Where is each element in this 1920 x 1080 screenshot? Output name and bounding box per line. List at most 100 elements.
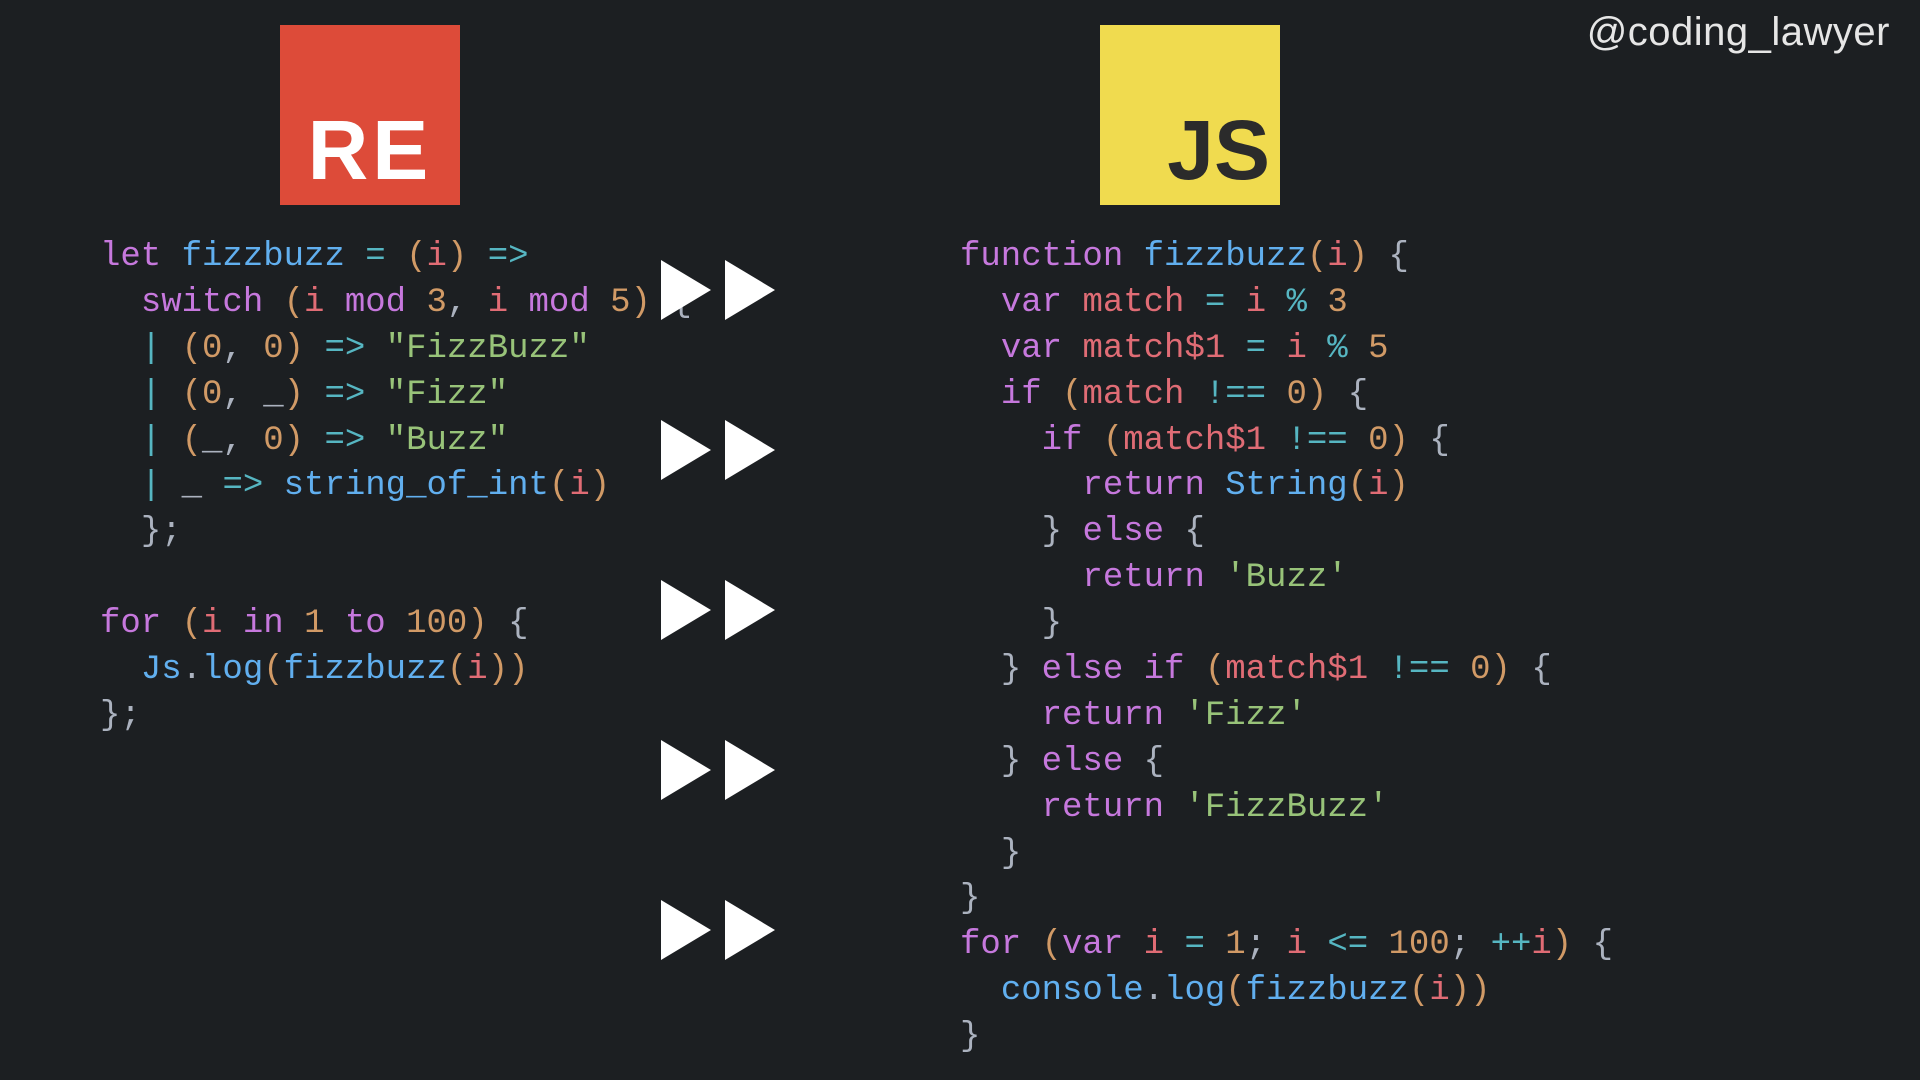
paren: ) <box>1491 651 1511 689</box>
brace: { <box>1389 238 1409 276</box>
fn-fizzbuzz: fizzbuzz <box>284 651 447 689</box>
id-match: match <box>1082 284 1184 322</box>
brace: { <box>1348 376 1368 414</box>
id-i: i <box>1286 330 1306 368</box>
javascript-logo: JS <box>1100 25 1280 205</box>
paren: ( <box>447 651 467 689</box>
paren: ) <box>1389 422 1409 460</box>
paren: ( <box>182 605 202 643</box>
semi: ; <box>120 697 140 735</box>
op-arrow: => <box>324 330 365 368</box>
brace: { <box>1593 926 1613 964</box>
num: 3 <box>1327 284 1347 322</box>
paren: ( <box>263 651 283 689</box>
str: "Fizz" <box>386 376 508 414</box>
fn-fizzbuzz: fizzbuzz <box>182 238 345 276</box>
paren: ( <box>1042 926 1062 964</box>
paren: ( <box>1348 467 1368 505</box>
kw-if: if <box>1144 651 1185 689</box>
str: "Buzz" <box>386 422 508 460</box>
op-pct: % <box>1327 330 1347 368</box>
kw-else: else <box>1042 743 1124 781</box>
num: 0 <box>202 376 222 414</box>
kw-for: for <box>100 605 161 643</box>
kw-return: return <box>1042 789 1164 827</box>
pipe: | <box>141 376 161 414</box>
underscore: _ <box>202 422 222 460</box>
paren: ( <box>1307 238 1327 276</box>
brace: } <box>1042 605 1062 643</box>
brace: } <box>960 1018 980 1056</box>
paren: ) <box>1388 467 1408 505</box>
str: 'FizzBuzz' <box>1184 789 1388 827</box>
fast-forward-icon <box>660 260 776 320</box>
comma: , <box>222 376 242 414</box>
underscore: _ <box>182 467 202 505</box>
id-i: i <box>1368 467 1388 505</box>
comma: , <box>222 422 242 460</box>
brace: } <box>1042 513 1062 551</box>
num: 3 <box>426 284 446 322</box>
kw-let: let <box>100 238 161 276</box>
fast-forward-icon <box>660 420 776 480</box>
op-neq: !== <box>1389 651 1450 689</box>
id-i: i <box>1429 972 1449 1010</box>
pipe: | <box>141 330 161 368</box>
paren: ( <box>549 467 569 505</box>
paren: ) <box>508 651 528 689</box>
fast-forward-icon <box>660 580 776 640</box>
comma: , <box>222 330 242 368</box>
paren: ) <box>447 238 467 276</box>
paren: ) <box>284 422 304 460</box>
paren: ( <box>1062 376 1082 414</box>
kw-switch: switch <box>141 284 263 322</box>
paren: ) <box>488 651 508 689</box>
id-i: i <box>467 651 487 689</box>
code-block-reason: let fizzbuzz = (i) => switch (i mod 3, i… <box>100 235 692 740</box>
num: 0 <box>1368 422 1388 460</box>
kw-function: function <box>960 238 1123 276</box>
num: 0 <box>263 330 283 368</box>
brace: { <box>508 605 528 643</box>
kw-return: return <box>1082 467 1204 505</box>
str: 'Buzz' <box>1225 559 1347 597</box>
brace: } <box>1001 743 1021 781</box>
id-i: i <box>1287 926 1307 964</box>
kw-var: var <box>1001 330 1062 368</box>
num: 5 <box>610 284 630 322</box>
paren: ) <box>1450 972 1470 1010</box>
kw-to: to <box>345 605 386 643</box>
kw-in: in <box>243 605 284 643</box>
comma: , <box>447 284 467 322</box>
paren: ( <box>182 422 202 460</box>
paren: ( <box>1225 972 1245 1010</box>
num: 5 <box>1368 330 1388 368</box>
kw-mod: mod <box>345 284 406 322</box>
id-i: i <box>488 284 508 322</box>
fast-forward-icon <box>660 900 776 960</box>
paren: ) <box>631 284 651 322</box>
id-i: i <box>1327 238 1347 276</box>
kw-var: var <box>1062 926 1123 964</box>
id-i: i <box>569 467 589 505</box>
op-eq: = <box>1205 284 1225 322</box>
paren: ) <box>467 605 487 643</box>
paren: ( <box>182 376 202 414</box>
brace: } <box>141 513 161 551</box>
brace: } <box>960 880 980 918</box>
id-i: i <box>202 605 222 643</box>
semi: ; <box>1246 926 1266 964</box>
id-i: i <box>1144 926 1164 964</box>
op-eq: = <box>1246 330 1266 368</box>
id-match: match <box>1082 376 1184 414</box>
pipe: | <box>141 422 161 460</box>
kw-if: if <box>1042 422 1083 460</box>
brace: { <box>1531 651 1551 689</box>
paren: ) <box>1307 376 1327 414</box>
num: 1 <box>1225 926 1245 964</box>
paren: ( <box>182 330 202 368</box>
underscore: _ <box>263 376 283 414</box>
id-match1: match$1 <box>1225 651 1368 689</box>
fast-forward-icon <box>660 740 776 800</box>
code-block-javascript: function fizzbuzz(i) { var match = i % 3… <box>960 235 1613 1061</box>
